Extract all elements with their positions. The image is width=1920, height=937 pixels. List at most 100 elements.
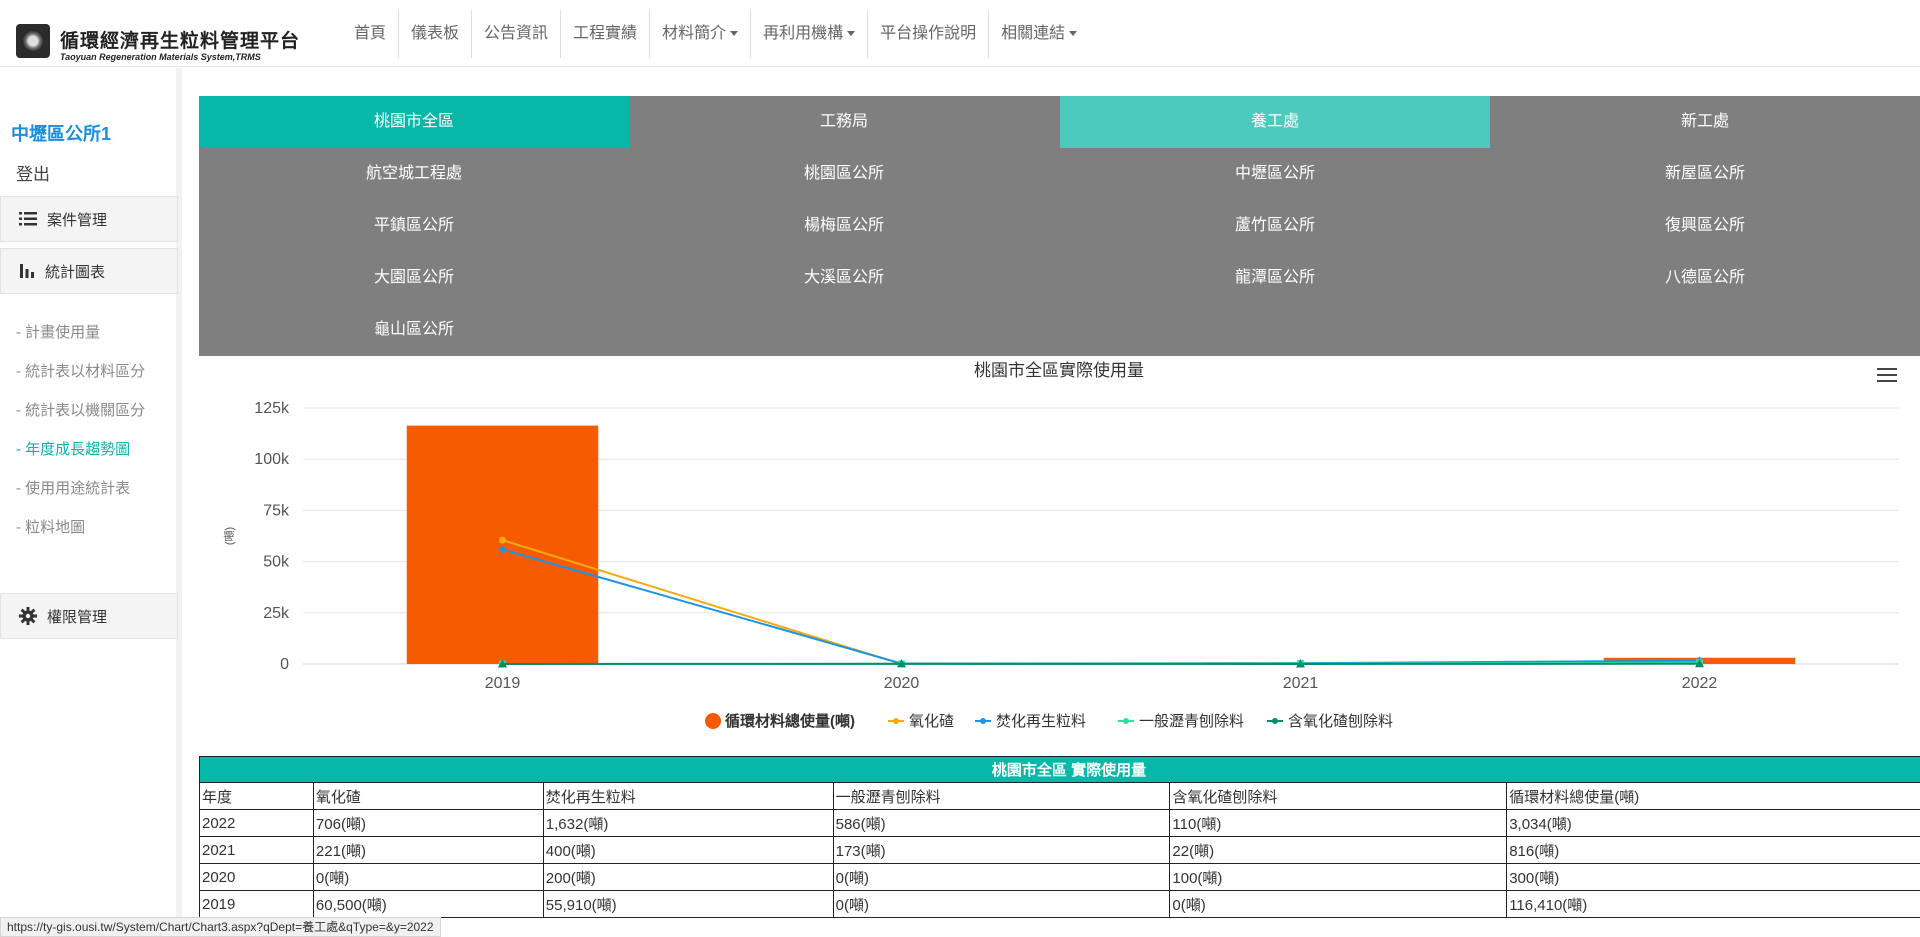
table-cell: 0(噸) (832, 890, 1171, 918)
main-nav: 首頁 儀表板 公告資訊 工程實績 材料簡介 再利用機構 平台操作說明 相關連結 (342, 10, 1089, 58)
case-management-button[interactable]: 案件管理 (0, 196, 178, 242)
table-cell: 55,910(噸) (542, 890, 834, 918)
sidebar-subitem-3[interactable]: - 年度成長趨勢圖 (16, 438, 130, 459)
sidebar-subitem-5[interactable]: - 粒料地圖 (16, 516, 85, 537)
department-button-1[interactable]: 工務局 (629, 96, 1059, 148)
table-cell: 2019 (199, 890, 314, 918)
table-cell: 816(噸) (1506, 836, 1920, 864)
department-button-12[interactable]: 大園區公所 (199, 252, 629, 304)
y-tick-label: 25k (263, 605, 290, 622)
nav-item-3[interactable]: 工程實績 (561, 10, 651, 58)
caret-down-icon (730, 31, 739, 37)
caret-down-icon (1069, 31, 1078, 37)
department-button-15[interactable]: 八德區公所 (1490, 252, 1920, 304)
gear-icon (19, 607, 37, 625)
nav-item-label: 公告資訊 (484, 25, 549, 42)
table-cell: 586(噸) (832, 809, 1171, 837)
department-button-3[interactable]: 新工處 (1490, 96, 1920, 148)
department-button-13[interactable]: 大溪區公所 (629, 252, 1059, 304)
list-icon (19, 212, 37, 226)
nav-item-label: 首頁 (354, 25, 387, 42)
legend-label: 循環材料總使量(噸) (725, 712, 855, 730)
nav-item-label: 儀表板 (411, 25, 460, 42)
table-header-cell: 含氧化碴刨除料 (1169, 782, 1508, 810)
nav-item-6[interactable]: 平台操作說明 (868, 10, 990, 58)
nav-item-1[interactable]: 儀表板 (399, 10, 473, 58)
department-button-6[interactable]: 中壢區公所 (1060, 148, 1490, 200)
legend-marker (980, 718, 986, 724)
nav-item-label: 材料簡介 (662, 25, 727, 42)
table-cell: 110(噸) (1169, 809, 1508, 837)
department-selector: 桃園市全區 工務局 養工處 新工處航空城工程處 桃園區公所 中壢區公所 新屋區公所平鎮區公所… (199, 96, 1920, 356)
brand-title: 循環經濟再生粒料管理平台 (60, 31, 301, 52)
chart-canvas: 桃園市全區實際使用量 0 25k 50k 75k 100k 125k (噸) 2019 2020 2… (222, 360, 1899, 730)
table-cell: 1,632(噸) (542, 809, 834, 837)
permission-management-button[interactable]: 權限管理 (0, 593, 178, 639)
department-button-9[interactable]: 楊梅區公所 (629, 200, 1059, 252)
department-button-2[interactable]: 養工處 (1060, 96, 1490, 148)
user-name: 中壢區公所1 (11, 124, 112, 144)
statistics-charts-button[interactable]: 統計圖表 (0, 248, 178, 294)
table-cell: 200(噸) (542, 863, 834, 891)
brand-subtitle: Taoyuan Regeneration Materials System,TR… (60, 52, 261, 62)
department-button-7[interactable]: 新屋區公所 (1490, 148, 1920, 200)
nav-item-label: 平台操作說明 (880, 25, 977, 42)
browser-status-url: https://ty-gis.ousi.tw/System/Chart/Char… (0, 917, 441, 937)
permission-management-label: 權限管理 (47, 608, 108, 626)
legend-marker (705, 713, 721, 729)
nav-item-label: 再利用機構 (763, 25, 844, 42)
y-tick-label: 100k (254, 451, 290, 468)
logout-link[interactable]: 登出 (16, 160, 50, 185)
x-tick-label: 2020 (884, 675, 920, 692)
legend-label: 一般瀝青刨除料 (1139, 713, 1244, 730)
x-tick-label: 2022 (1682, 675, 1718, 692)
table-cell: 221(噸) (312, 836, 544, 864)
table-cell: 0(噸) (832, 863, 1171, 891)
brand-logo[interactable]: 循環經濟再生粒料管理平台 Taoyuan Regeneration Materi… (16, 20, 316, 68)
table-cell: 0(噸) (1169, 890, 1508, 918)
table-cell: 2022 (199, 809, 314, 837)
table-header-cell: 循環材料總使量(噸) (1506, 782, 1920, 810)
y-tick-label: 75k (263, 502, 290, 519)
department-button-8[interactable]: 平鎮區公所 (199, 200, 629, 252)
logo-icon (16, 24, 50, 58)
nav-item-4[interactable]: 材料簡介 (650, 10, 752, 58)
caret-down-icon (847, 31, 856, 37)
table-row: 2019 60,500(噸) 55,910(噸) 0(噸) 0(噸) 116,410(噸) (199, 890, 1920, 918)
sidebar-subitem-0[interactable]: - 計畫使用量 (16, 321, 100, 342)
sidebar-subitem-1[interactable]: - 統計表以材料區分 (16, 360, 145, 381)
table-cell: 22(噸) (1169, 836, 1508, 864)
table-cell: 3,034(噸) (1506, 809, 1920, 837)
nav-item-label: 工程實績 (573, 25, 638, 42)
table-header-row: 年度 氧化碴 焚化再生粒料 一般瀝青刨除料 含氧化碴刨除料 循環材料總使量(噸) (199, 782, 1920, 810)
bar-chart-icon (20, 264, 34, 278)
nav-item-2[interactable]: 公告資訊 (472, 10, 562, 58)
department-button-5[interactable]: 桃園區公所 (629, 148, 1059, 200)
nav-item-5[interactable]: 再利用機構 (751, 10, 869, 58)
sidebar-subitem-2[interactable]: - 統計表以機關區分 (16, 399, 145, 420)
table-cell: 2021 (199, 836, 314, 864)
nav-item-7[interactable]: 相關連結 (989, 10, 1089, 58)
nav-item-0[interactable]: 首頁 (342, 10, 400, 58)
table-cell: 400(噸) (542, 836, 834, 864)
department-button-4[interactable]: 航空城工程處 (199, 148, 629, 200)
table-header-cell: 焚化再生粒料 (542, 782, 834, 810)
sidebar: 中壢區公所1 登出 案件管理 統計圖表 - 計畫使用量 - 統計表以材料區分 - 統… (0, 68, 182, 937)
legend-marker (893, 718, 899, 724)
department-button-14[interactable]: 龍潭區公所 (1060, 252, 1490, 304)
chart-menu-icon[interactable] (1877, 368, 1897, 384)
department-button-11[interactable]: 復興區公所 (1490, 200, 1920, 252)
table-cell: 60,500(噸) (312, 890, 544, 918)
legend-label: 氧化碴 (909, 713, 954, 730)
department-button-16[interactable]: 龜山區公所 (199, 304, 629, 356)
y-axis-label: (噸) (222, 527, 236, 545)
trend-chart: 桃園市全區實際使用量 0 25k 50k 75k 100k 125k (噸) 2019 2020 2… (199, 356, 1920, 746)
table-cell: 173(噸) (832, 836, 1171, 864)
data-point (499, 536, 506, 544)
legend-marker (1123, 718, 1129, 724)
department-button-0[interactable]: 桃園市全區 (199, 96, 629, 148)
table-cell: 2020 (199, 863, 314, 891)
sidebar-subitem-4[interactable]: - 使用用途統計表 (16, 477, 130, 498)
table-cell: 706(噸) (312, 809, 544, 837)
department-button-10[interactable]: 蘆竹區公所 (1060, 200, 1490, 252)
